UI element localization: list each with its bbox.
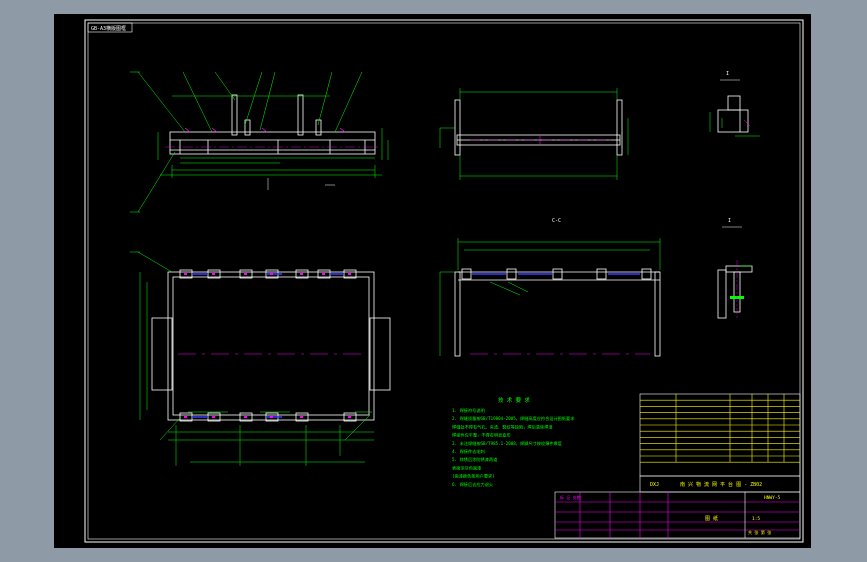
title-scale: 1:5 [752,516,760,522]
drawing-background [54,14,811,548]
note-line: 焊缝处不得有气孔、夹渣、裂纹等缺陷，焊后清除焊渣 [452,423,553,430]
note-line: 2. 焊缝质量按GB/T19804-2005，焊缝高度应符合设计图纸要求 [452,415,575,422]
note-line: 1. 焊接符号说明 [452,407,485,414]
title-project: DXJ [650,482,659,488]
note-line: 5. 除锈后涂防锈漆两道 [452,456,498,463]
title-name: 南 兴 物 流 网 平 台 图 - ZB02 [680,481,762,488]
title-drawing-no: HNWY-5 [764,495,781,501]
cad-drawing-canvas[interactable]: GB-A3横版图框 I I C-C 技 术 要 求 1. 焊接符号说明2. 焊缝… [0,0,867,562]
cad-viewport[interactable]: GB-A3横版图框 I I C-C 技 术 要 求 1. 焊接符号说明 2. 焊… [0,0,867,562]
notes-heading: 技 术 要 求 [498,396,530,404]
detail-label-upper: I [726,71,729,77]
section-label: C-C [552,218,561,224]
title-stage: 共 张 第 张 [748,529,771,535]
note-line: 4. 焊接件去毛刺 [452,448,485,455]
note-line: 表面涂灰色面漆 [452,464,481,471]
detail-label-lower: I [728,218,731,224]
note-line: 6. 焊接后去应力退火 [452,481,494,488]
title-sheet: 图 纸 [705,515,718,522]
note-line: 3. 未注焊缝按GB/T985.1-2008，焊脚尺寸按较薄件厚度 [452,440,563,447]
note-line: (面漆颜色按用户要求) [452,473,495,480]
title-block-heading: 标 记 处数 [560,494,581,500]
frame-label: GB-A3横版图框 [91,25,126,32]
note-line: 焊接件应平整，不得有明显变形 [452,432,511,439]
